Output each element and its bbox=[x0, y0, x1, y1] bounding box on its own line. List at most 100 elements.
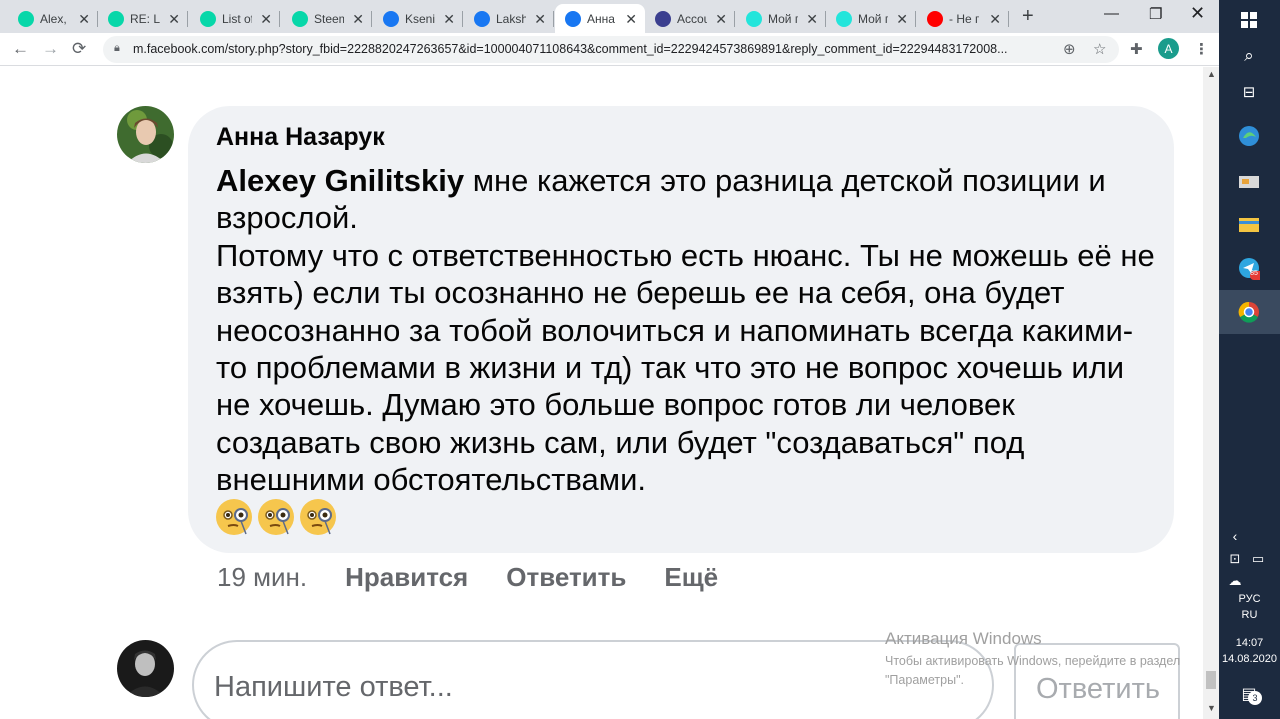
browser-tab[interactable]: Мой п ✕ bbox=[826, 4, 916, 33]
windows-taskbar: ⌕ ⊟ 85 ‹ ⊡ ▭ ☁ РУС RU 14:07 14.08.2020 ▤… bbox=[1219, 0, 1280, 719]
tab-separator bbox=[371, 11, 372, 27]
url-text[interactable]: m.facebook.com/story.php?story_fbid=2228… bbox=[133, 42, 1053, 56]
more-button[interactable]: Ещё bbox=[664, 562, 718, 593]
tab-close-icon[interactable]: ✕ bbox=[625, 11, 637, 28]
reply-button[interactable]: Ответить bbox=[506, 562, 626, 593]
steemit-icon bbox=[18, 10, 34, 27]
scroll-up-arrow-icon[interactable]: ▲ bbox=[1207, 69, 1216, 79]
browser-tab[interactable]: List of ✕ bbox=[190, 4, 280, 33]
restore-button[interactable]: ❐ bbox=[1149, 5, 1162, 23]
tab-close-icon[interactable]: ✕ bbox=[168, 11, 180, 28]
onedrive-icon[interactable]: ☁ bbox=[1224, 570, 1246, 592]
tab-title: - Не п bbox=[949, 11, 979, 26]
browser-tab[interactable]: Мой п ✕ bbox=[736, 4, 826, 33]
comment-text-body: Потому что с ответственностью есть нюанс… bbox=[216, 237, 1155, 498]
comment-author-avatar[interactable] bbox=[117, 106, 174, 163]
browser-tab[interactable]: RE: Lis ✕ bbox=[98, 4, 188, 33]
page-scrollbar[interactable]: ▲ ▼ bbox=[1203, 67, 1219, 719]
edge-icon[interactable] bbox=[1238, 125, 1260, 147]
language-primary[interactable]: РУС bbox=[1219, 593, 1280, 605]
tab-title: Steem bbox=[314, 11, 344, 26]
minimize-button[interactable]: — bbox=[1104, 5, 1119, 22]
send-reply-button[interactable]: Ответить bbox=[1014, 643, 1180, 719]
scroll-down-arrow-icon[interactable]: ▼ bbox=[1207, 703, 1216, 713]
language-secondary[interactable]: RU bbox=[1219, 609, 1280, 621]
browser-tab[interactable]: Accou ✕ bbox=[645, 4, 735, 33]
steemit-icon bbox=[292, 10, 308, 27]
task-view-icon[interactable]: ⊟ bbox=[1238, 81, 1260, 103]
chrome-icon[interactable] bbox=[1238, 301, 1260, 323]
tab-close-icon[interactable]: ✕ bbox=[260, 11, 272, 28]
current-user-avatar bbox=[117, 640, 174, 697]
comment-text: Alexey Gnilitskiy мне кажется это разниц… bbox=[216, 162, 1156, 499]
browser-tab[interactable]: - Не п ✕ bbox=[917, 4, 1009, 33]
tab-title: Lakshr bbox=[496, 11, 526, 26]
browser-tab[interactable]: Alex, n ✕ bbox=[8, 4, 98, 33]
browser-tab[interactable]: Ksenia ✕ bbox=[373, 4, 463, 33]
browser-window: Alex, n✕RE: Lis✕List of✕Steem✕Ksenia✕Lak… bbox=[0, 0, 1219, 719]
bookmark-star-icon[interactable]: ☆ bbox=[1093, 40, 1106, 58]
network-app-icon[interactable] bbox=[1238, 170, 1260, 192]
tab-title: Мой п bbox=[858, 11, 888, 26]
browser-tab[interactable]: Steem ✕ bbox=[282, 4, 372, 33]
olx-icon bbox=[746, 10, 762, 27]
tab-close-icon[interactable]: ✕ bbox=[989, 11, 1001, 28]
tab-separator bbox=[734, 11, 735, 27]
tab-separator bbox=[187, 11, 188, 27]
telegram-badge: 85 bbox=[1250, 270, 1258, 277]
windows-start-icon[interactable] bbox=[1238, 9, 1260, 31]
facebook-icon bbox=[383, 10, 399, 27]
menu-icon[interactable]: ⋮ bbox=[1194, 40, 1209, 58]
clock-date[interactable]: 14.08.2020 bbox=[1219, 653, 1280, 665]
tab-separator bbox=[915, 11, 916, 27]
notification-area-icon[interactable]: ⊡ bbox=[1224, 548, 1246, 570]
facebook-icon bbox=[565, 10, 581, 27]
extensions-icon[interactable]: ✚ bbox=[1130, 40, 1143, 58]
tab-close-icon[interactable]: ✕ bbox=[443, 11, 455, 28]
tab-title: Мой п bbox=[768, 11, 798, 26]
chevron-left-icon[interactable]: ‹ bbox=[1224, 525, 1246, 547]
tab-title: Анна bbox=[587, 11, 615, 26]
tab-close-icon[interactable]: ✕ bbox=[896, 11, 908, 28]
tab-title: Alex, n bbox=[40, 11, 70, 26]
profile-avatar[interactable]: A bbox=[1158, 38, 1179, 59]
tab-close-icon[interactable]: ✕ bbox=[806, 11, 818, 28]
comment-mention[interactable]: Alexey Gnilitskiy bbox=[216, 163, 464, 198]
tab-separator bbox=[462, 11, 463, 27]
comment-bubble: Анна Назарук Alexey Gnilitskiy мне кажет… bbox=[188, 106, 1174, 553]
comment-time[interactable]: 19 мин. bbox=[217, 562, 307, 593]
reply-input[interactable]: Напишите ответ... bbox=[192, 640, 994, 719]
account-icon bbox=[655, 10, 671, 27]
tab-separator bbox=[279, 11, 280, 27]
close-window-button[interactable]: ✕ bbox=[1190, 3, 1205, 24]
tab-close-icon[interactable]: ✕ bbox=[352, 11, 364, 28]
browser-tab[interactable]: Lakshr ✕ bbox=[464, 4, 554, 33]
comment-author-name[interactable]: Анна Назарук bbox=[216, 123, 385, 152]
file-explorer-icon[interactable] bbox=[1238, 213, 1260, 235]
tab-title: Accou bbox=[677, 11, 707, 26]
tab-title: Ksenia bbox=[405, 11, 435, 26]
battery-icon[interactable]: ▭ bbox=[1247, 548, 1269, 570]
back-button[interactable]: ← bbox=[12, 39, 29, 59]
tab-close-icon[interactable]: ✕ bbox=[78, 11, 90, 28]
scrollbar-thumb[interactable] bbox=[1206, 671, 1216, 689]
address-bar[interactable]: 🔒︎ m.facebook.com/story.php?story_fbid=2… bbox=[103, 36, 1119, 63]
youtube-icon bbox=[927, 10, 943, 27]
clock-time[interactable]: 14:07 bbox=[1219, 637, 1280, 649]
send-reply-label: Ответить bbox=[1036, 673, 1160, 705]
forward-button[interactable]: → bbox=[42, 39, 59, 59]
olx-icon bbox=[836, 10, 852, 27]
tab-close-icon[interactable]: ✕ bbox=[534, 11, 546, 28]
face-with-monocle-icon bbox=[258, 499, 294, 535]
like-button[interactable]: Нравится bbox=[345, 562, 468, 593]
tab-close-icon[interactable]: ✕ bbox=[715, 11, 727, 28]
notification-count-badge: 3 bbox=[1248, 691, 1262, 705]
emoji-row bbox=[216, 499, 336, 535]
search-icon[interactable]: ⌕ bbox=[1238, 45, 1260, 67]
browser-tab[interactable]: Анна ✕ bbox=[555, 4, 645, 33]
tab-title: RE: Lis bbox=[130, 11, 160, 26]
browser-toolbar: ← → ⟳ 🔒︎ m.facebook.com/story.php?story_… bbox=[0, 33, 1219, 66]
reload-button[interactable]: ⟳ bbox=[72, 39, 86, 59]
new-tab-button[interactable]: + bbox=[1022, 5, 1034, 28]
zoom-icon[interactable]: ⊕ bbox=[1063, 40, 1076, 58]
